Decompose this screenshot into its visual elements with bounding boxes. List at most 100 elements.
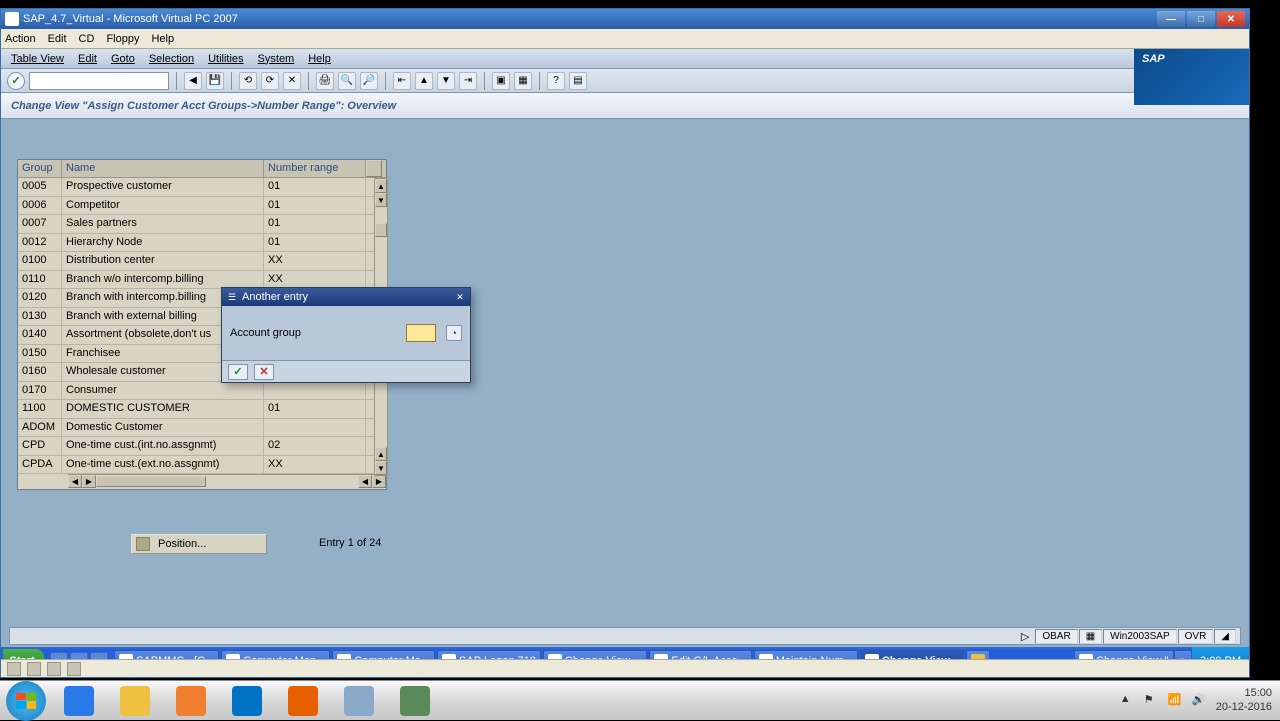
first-page-icon[interactable]: ⇤: [393, 72, 411, 90]
scroll-left-icon[interactable]: ◀: [358, 475, 372, 488]
close-button[interactable]: ✕: [1217, 11, 1245, 27]
cell-range[interactable]: 02: [264, 437, 366, 455]
vpc-titlebar[interactable]: SAP_4.7_Virtual - Microsoft Virtual PC 2…: [1, 9, 1249, 29]
command-field[interactable]: [29, 72, 169, 90]
cell-name[interactable]: Competitor: [62, 197, 264, 215]
layout-icon[interactable]: ▤: [569, 72, 587, 90]
save-icon[interactable]: 💾: [206, 72, 224, 90]
sap-menu-goto[interactable]: Goto: [111, 53, 135, 65]
sap-menu-system[interactable]: System: [258, 53, 295, 65]
value-help-icon[interactable]: ◔: [446, 325, 462, 341]
tray-up-icon[interactable]: ▲: [1120, 693, 1136, 709]
cell-name[interactable]: Consumer: [62, 382, 264, 400]
ok-button[interactable]: ✓: [228, 364, 248, 380]
dialog-titlebar[interactable]: ☰ Another entry ✕: [222, 288, 470, 306]
cell-range[interactable]: 01: [264, 234, 366, 252]
cell-group[interactable]: ADOM: [18, 419, 62, 437]
horizontal-scrollbar[interactable]: ◀ ▶ ◀ ▶: [68, 474, 386, 489]
scroll-thumb[interactable]: [96, 476, 206, 487]
next-page-icon[interactable]: ▼: [437, 72, 455, 90]
cell-name[interactable]: Sales partners: [62, 215, 264, 233]
cell-group[interactable]: 0150: [18, 345, 62, 363]
cell-range[interactable]: 01: [264, 400, 366, 418]
sap-menu-selection[interactable]: Selection: [149, 53, 194, 65]
table-row[interactable]: 0006Competitor01: [18, 197, 386, 216]
host-task-explorer[interactable]: [108, 683, 162, 719]
vpc-floppy-icon[interactable]: [47, 662, 61, 676]
cell-group[interactable]: CPD: [18, 437, 62, 455]
scroll-up-icon[interactable]: ▼: [375, 193, 387, 207]
cell-name[interactable]: One-time cust.(int.no.assgnmt): [62, 437, 264, 455]
cell-range[interactable]: XX: [264, 252, 366, 270]
vpc-network-icon[interactable]: [67, 662, 81, 676]
dialog-close-icon[interactable]: ✕: [454, 291, 466, 303]
scroll-left-icon[interactable]: ◀: [68, 475, 82, 488]
cell-range[interactable]: [264, 382, 366, 400]
cell-range[interactable]: 01: [264, 197, 366, 215]
vpc-hdd-icon[interactable]: [7, 662, 21, 676]
cancel-button[interactable]: ✕: [254, 364, 274, 380]
host-start-button[interactable]: [6, 681, 46, 721]
cell-range[interactable]: [264, 419, 366, 437]
vpc-menu-cd[interactable]: CD: [79, 33, 95, 45]
cell-group[interactable]: 0170: [18, 382, 62, 400]
table-row[interactable]: CPDAOne-time cust.(ext.no.assgnmt)XX: [18, 456, 386, 475]
prev-page-icon[interactable]: ▲: [415, 72, 433, 90]
table-row[interactable]: 0170Consumer: [18, 382, 386, 401]
sap-menu-tableview[interactable]: Table View: [11, 53, 64, 65]
scroll-thumb[interactable]: [375, 223, 387, 237]
scroll-right-icon[interactable]: ▶: [82, 475, 96, 488]
table-row[interactable]: 1100DOMESTIC CUSTOMER01: [18, 400, 386, 419]
position-button[interactable]: Position...: [131, 534, 267, 554]
cell-group[interactable]: 0110: [18, 271, 62, 289]
vpc-menu-help[interactable]: Help: [151, 33, 174, 45]
col-header-name[interactable]: Name: [62, 160, 264, 177]
tray-volume-icon[interactable]: 🔊: [1192, 693, 1208, 709]
cell-group[interactable]: 0120: [18, 289, 62, 307]
tray-flag-icon[interactable]: ⚑: [1144, 693, 1160, 709]
cell-name[interactable]: Prospective customer: [62, 178, 264, 196]
table-row[interactable]: ADOMDomestic Customer: [18, 419, 386, 438]
table-row[interactable]: CPDOne-time cust.(int.no.assgnmt)02: [18, 437, 386, 456]
cell-group[interactable]: 0160: [18, 363, 62, 381]
host-task-ie[interactable]: [52, 683, 106, 719]
cell-group[interactable]: 1100: [18, 400, 62, 418]
vpc-menu-edit[interactable]: Edit: [48, 33, 67, 45]
scroll-down-icon[interactable]: ▲: [375, 447, 387, 461]
shortcut-icon[interactable]: ▦: [514, 72, 532, 90]
cell-range[interactable]: 01: [264, 178, 366, 196]
last-page-icon[interactable]: ⇥: [459, 72, 477, 90]
back-icon[interactable]: ◀: [184, 72, 202, 90]
minimize-button[interactable]: —: [1157, 11, 1185, 27]
table-row[interactable]: 0005Prospective customer01: [18, 178, 386, 197]
cell-group[interactable]: 0007: [18, 215, 62, 233]
scroll-up-icon[interactable]: ▲: [375, 179, 387, 193]
col-header-range[interactable]: Number range: [264, 160, 366, 177]
host-task-outlook[interactable]: [220, 683, 274, 719]
table-config-icon[interactable]: [366, 160, 382, 177]
cell-group[interactable]: 0005: [18, 178, 62, 196]
table-row[interactable]: 0012Hierarchy Node01: [18, 234, 386, 253]
table-row[interactable]: 0007Sales partners01: [18, 215, 386, 234]
back-icon[interactable]: ⟲: [239, 72, 257, 90]
cell-group[interactable]: 0140: [18, 326, 62, 344]
new-session-icon[interactable]: ▣: [492, 72, 510, 90]
cell-group[interactable]: 0130: [18, 308, 62, 326]
cell-range[interactable]: 01: [264, 215, 366, 233]
host-task-firefox[interactable]: [276, 683, 330, 719]
sap-menu-help[interactable]: Help: [308, 53, 331, 65]
cell-name[interactable]: Hierarchy Node: [62, 234, 264, 252]
account-group-input[interactable]: [406, 324, 436, 342]
col-header-group[interactable]: Group: [18, 160, 62, 177]
maximize-button[interactable]: □: [1187, 11, 1215, 27]
find-next-icon[interactable]: 🔎: [360, 72, 378, 90]
host-task-vpc[interactable]: [332, 683, 386, 719]
vpc-menu-floppy[interactable]: Floppy: [106, 33, 139, 45]
cell-range[interactable]: XX: [264, 456, 366, 474]
exit-icon[interactable]: ⟳: [261, 72, 279, 90]
cell-group[interactable]: 0100: [18, 252, 62, 270]
cell-name[interactable]: Branch w/o intercomp.billing: [62, 271, 264, 289]
cell-group[interactable]: CPDA: [18, 456, 62, 474]
print-icon[interactable]: 🖨: [316, 72, 334, 90]
status-resize-icon[interactable]: ◢: [1214, 629, 1236, 644]
